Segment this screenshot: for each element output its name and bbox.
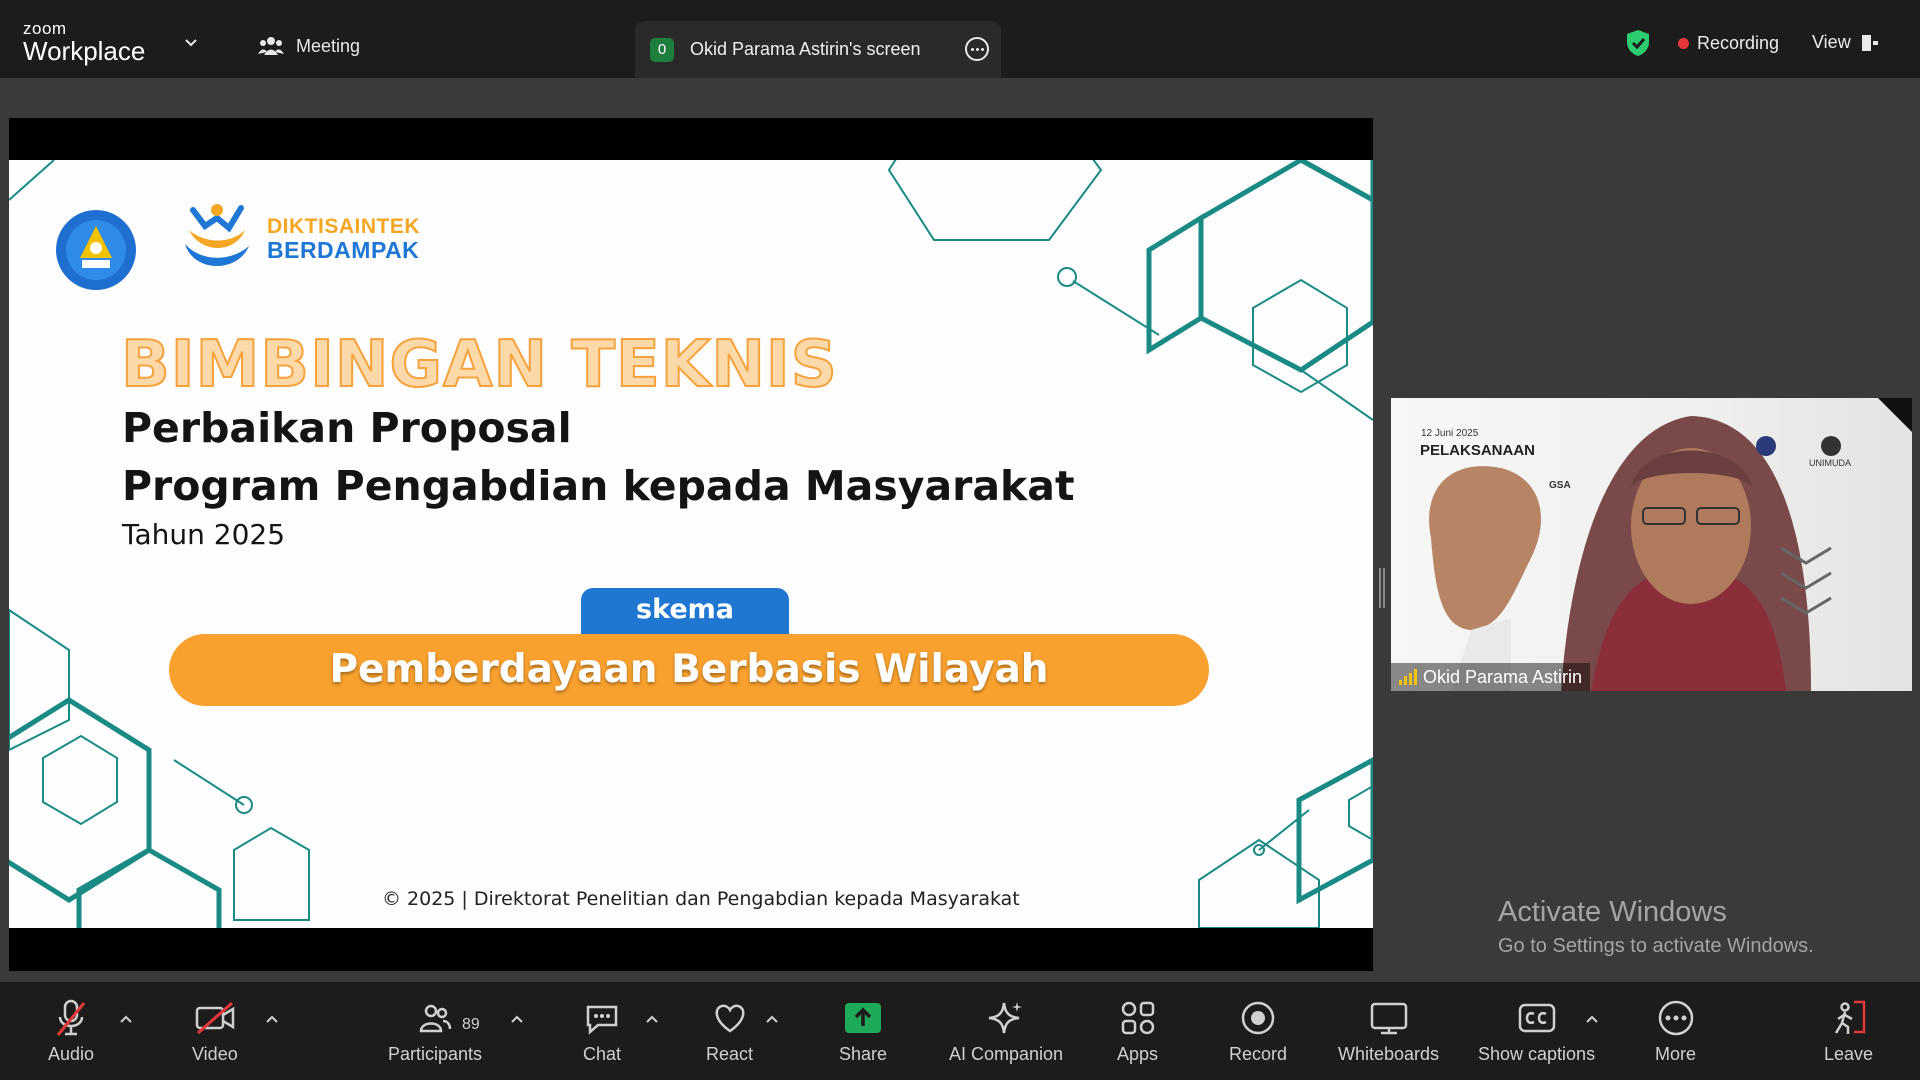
heart-icon <box>715 1004 744 1033</box>
slide-subtitle-line2: Program Pengabdian kepada Masyarakat <box>122 462 1075 510</box>
audio-options-caret-icon[interactable] <box>120 1014 132 1024</box>
apps-label: Apps <box>1117 1044 1159 1064</box>
react-options-caret-icon[interactable] <box>766 1014 778 1024</box>
logo-line2: BERDAMPAK <box>267 237 420 264</box>
apps-button[interactable]: Apps <box>1117 996 1158 1065</box>
whiteboard-icon <box>1370 1002 1407 1035</box>
chat-button[interactable]: Chat <box>583 996 621 1065</box>
scheme-tab: skema <box>581 588 789 636</box>
share-button[interactable]: Share <box>839 996 887 1065</box>
diktisaintek-logo <box>185 204 249 267</box>
logo-line1: DIKTISAINTEK <box>267 215 420 238</box>
chat-label: Chat <box>583 1044 622 1064</box>
sparkle-icon <box>988 1002 1023 1034</box>
watermark-title: Activate Windows <box>1498 896 1727 928</box>
activate-windows-watermark: Activate Windows Go to Settings to activ… <box>1498 896 1814 958</box>
react-label: React <box>706 1044 754 1064</box>
participant-name-tag: Okid Parama Astirin <box>1391 663 1591 691</box>
slide-year: Tahun 2025 <box>122 518 286 551</box>
video-button[interactable]: Video <box>192 996 238 1065</box>
recording-label: Recording <box>1697 33 1780 53</box>
audio-button[interactable]: Audio <box>48 996 94 1065</box>
signal-strength-icon <box>1399 669 1417 685</box>
zoom-workplace-logo: zoom Workplace <box>23 20 145 64</box>
participant-video-tile[interactable]: 12 Juni 2025 PELAKSANAAN GSA UNIMUDA Oki… <box>1391 398 1912 691</box>
participant-figure <box>1429 416 1841 691</box>
meeting-label: Meeting <box>296 35 361 56</box>
participant-name: Okid Parama Astirin <box>1423 666 1583 687</box>
panel-resize-handle[interactable] <box>1379 568 1385 608</box>
chevron-down-icon[interactable] <box>184 36 198 50</box>
presentation-slide: DIKTISAINTEK BERDAMPAK BIMBINGAN TEKNIS … <box>9 160 1373 928</box>
people-icon <box>258 37 284 55</box>
chat-icon <box>586 1005 618 1035</box>
whiteboards-label: Whiteboards <box>1338 1044 1440 1064</box>
watermark-subtitle: Go to Settings to activate Windows. <box>1498 935 1814 957</box>
more-button[interactable]: More <box>1655 996 1696 1065</box>
recording-indicator[interactable]: Recording <box>1678 33 1779 54</box>
record-button[interactable]: Record <box>1229 996 1287 1065</box>
brand-workplace-text: Workplace <box>23 36 146 66</box>
participants-count: 89 <box>462 1016 480 1033</box>
participants-label: Participants <box>388 1044 483 1064</box>
brand-zoom-text: zoom <box>23 19 67 38</box>
more-icon <box>1658 1000 1693 1036</box>
participants-options-caret-icon[interactable] <box>511 1014 523 1024</box>
video-options-caret-icon[interactable] <box>266 1014 278 1024</box>
more-options-icon[interactable] <box>965 37 989 61</box>
scheme-name-banner: Pemberdayaan Berbasis Wilayah <box>169 634 1209 706</box>
share-tab-title: Okid Parama Astirin's screen <box>690 39 921 59</box>
show-captions-button[interactable]: Show captions <box>1478 996 1595 1065</box>
participants-icon <box>419 1004 452 1033</box>
ai-companion-label: AI Companion <box>949 1044 1064 1064</box>
leave-door-icon <box>1834 1000 1865 1034</box>
share-label: Share <box>839 1044 888 1064</box>
whiteboards-button[interactable]: Whiteboards <box>1338 996 1439 1065</box>
record-label: Record <box>1229 1044 1288 1064</box>
camera-off-icon <box>195 1001 235 1035</box>
share-badge: 0 <box>650 37 674 62</box>
top-bar: zoom Workplace Meeting 0 Okid Parama Ast… <box>0 0 1920 78</box>
record-icon <box>1241 1001 1275 1035</box>
apps-icon <box>1121 1001 1154 1035</box>
react-button[interactable]: React <box>706 996 753 1065</box>
show-captions-label: Show captions <box>1478 1044 1596 1064</box>
ai-companion-button[interactable]: AI Companion <box>949 996 1063 1065</box>
video-label: Video <box>192 1044 238 1064</box>
share-screen-icon <box>845 1003 882 1033</box>
screen-share-tab[interactable]: 0 Okid Parama Astirin's screen <box>635 21 1001 78</box>
slide-heading: BIMBINGAN TEKNIS <box>120 327 838 403</box>
captions-options-caret-icon[interactable] <box>1586 1014 1598 1024</box>
slide-subtitle-line1: Perbaikan Proposal <box>122 404 572 452</box>
shield-check-icon[interactable] <box>1625 29 1651 57</box>
microphone-muted-icon <box>56 999 86 1036</box>
leave-button[interactable]: Leave <box>1824 996 1873 1065</box>
recording-dot-icon <box>1678 38 1689 49</box>
slide-footer: © 2025 | Direktorat Penelitian dan Penga… <box>382 888 1020 910</box>
more-label: More <box>1655 1044 1697 1064</box>
meeting-tab[interactable]: Meeting <box>258 35 360 57</box>
view-layout-icon <box>1861 34 1878 51</box>
view-label: View <box>1812 32 1851 52</box>
diktisaintek-wordmark: DIKTISAINTEK BERDAMPAK <box>267 215 420 263</box>
closed-captions-icon <box>1518 1003 1555 1033</box>
tut-wuri-handayani-logo <box>56 210 136 290</box>
chat-options-caret-icon[interactable] <box>646 1014 658 1024</box>
meeting-toolbar: Audio Video Participants 89 Chat React S… <box>0 982 1920 1080</box>
audio-label: Audio <box>48 1044 95 1064</box>
leave-label: Leave <box>1824 1044 1874 1064</box>
view-button[interactable]: View <box>1812 32 1879 53</box>
